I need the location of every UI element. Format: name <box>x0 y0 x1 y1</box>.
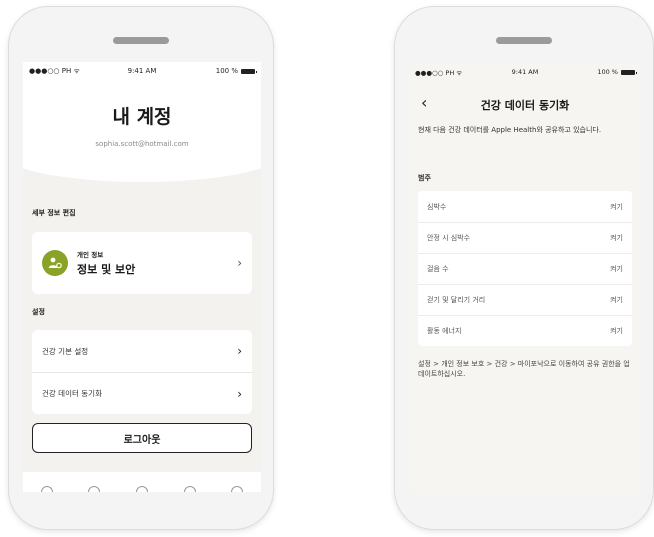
category-item-heart-rate[interactable]: 심박수 켜기 <box>418 191 632 222</box>
category-status: 켜기 <box>610 234 623 242</box>
page-title: 건강 데이터 동기화 <box>480 99 570 112</box>
edit-details-label: 세부 정보 편집 <box>32 209 76 217</box>
settings-item-health-sync[interactable]: 건강 데이터 동기화 › <box>32 372 252 414</box>
category-label: 걷기 및 달리기 거리 <box>427 296 486 304</box>
battery-percent: 100 % <box>597 68 618 76</box>
sync-description: 현재 다음 건강 데이터를 Apple Health와 공유하고 있습니다. <box>418 126 602 134</box>
user-settings-icon <box>42 250 68 276</box>
category-item-active-energy[interactable]: 활동 에너지 켜기 <box>418 315 632 346</box>
tab-account-icon[interactable] <box>231 486 244 492</box>
battery-status: 100 % <box>180 67 257 75</box>
category-section-label: 범주 <box>418 174 431 182</box>
status-bar: ●●●○○ PH ᯤ 9:41 AM 100 % <box>23 62 261 80</box>
settings-item-label: 건강 기본 설정 <box>42 346 89 356</box>
carrier-signal: ●●●○○ PH ᯤ <box>415 68 463 77</box>
chevron-right-icon: › <box>237 256 242 270</box>
settings-section-label: 설정 <box>32 308 45 316</box>
status-bar: ●●●○○ PH ᯤ 9:41 AM 100 % <box>409 63 641 81</box>
health-sync-screen: ●●●○○ PH ᯤ 9:41 AM 100 % ‹ 건강 데이터 동기화 현재… <box>409 63 641 495</box>
category-item-steps[interactable]: 걸음 수 켜기 <box>418 253 632 284</box>
page-title: 내 계정 <box>112 106 172 128</box>
chevron-right-icon: › <box>237 386 242 401</box>
settings-item-label: 건강 데이터 동기화 <box>42 389 102 398</box>
phone-speaker <box>113 37 169 44</box>
category-label: 걸음 수 <box>427 265 449 273</box>
settings-item-health-preferences[interactable]: 건강 기본 설정 › <box>32 330 252 372</box>
battery-icon <box>240 68 257 74</box>
tab-activity-icon[interactable] <box>135 486 148 492</box>
personal-info-title: 정보 및 보안 <box>77 263 136 276</box>
category-label: 심박수 <box>427 202 447 211</box>
tab-home-icon[interactable] <box>40 486 53 492</box>
category-status: 켜기 <box>610 296 623 304</box>
tab-bar <box>23 472 261 492</box>
personal-info-card[interactable]: 개인 정보 정보 및 보안 › <box>32 232 252 294</box>
category-item-resting-heart-rate[interactable]: 안정 시 심박수 켜기 <box>418 222 632 253</box>
category-status: 켜기 <box>610 265 623 273</box>
battery-status: 100 % <box>562 68 637 76</box>
phone-health-sync: ●●●○○ PH ᯤ 9:41 AM 100 % ‹ 건강 데이터 동기화 현재… <box>394 6 654 530</box>
sync-footer-note: 설정 > 개인 정보 보호 > 건강 > 마이포낙으로 이동하여 공유 권한을 … <box>418 360 630 379</box>
tab-wellness-icon[interactable] <box>183 486 196 492</box>
category-status: 켜기 <box>610 327 623 335</box>
tab-devices-icon[interactable] <box>88 486 101 492</box>
account-screen: ●●●○○ PH ᯤ 9:41 AM 100 % 내 계정 sophia.sco… <box>23 62 261 492</box>
battery-percent: 100 % <box>215 67 238 75</box>
category-status: 켜기 <box>610 202 623 211</box>
category-list: 심박수 켜기 안정 시 심박수 켜기 걸음 수 켜기 걷기 및 달리기 거리 켜… <box>418 191 632 346</box>
category-label: 안정 시 심박수 <box>427 234 471 242</box>
category-label: 활동 에너지 <box>427 327 462 335</box>
chevron-right-icon: › <box>237 344 242 358</box>
category-item-walking-running-distance[interactable]: 걷기 및 달리기 거리 켜기 <box>418 284 632 315</box>
logout-button[interactable]: 로그아웃 <box>32 423 252 453</box>
carrier-signal: ●●●○○ PH ᯤ <box>29 66 80 75</box>
status-time: 9:41 AM <box>511 68 539 76</box>
phone-speaker <box>496 37 552 44</box>
personal-info-subtitle: 개인 정보 <box>77 251 104 259</box>
battery-icon <box>620 69 637 75</box>
personal-info-text: 개인 정보 정보 및 보안 <box>77 249 237 277</box>
account-email: sophia.scott@hotmail.com <box>95 140 189 148</box>
phone-account: ●●●○○ PH ᯤ 9:41 AM 100 % 내 계정 sophia.sco… <box>8 6 274 530</box>
status-time: 9:41 AM <box>127 67 157 75</box>
settings-card: 건강 기본 설정 › 건강 데이터 동기화 › <box>32 330 252 414</box>
